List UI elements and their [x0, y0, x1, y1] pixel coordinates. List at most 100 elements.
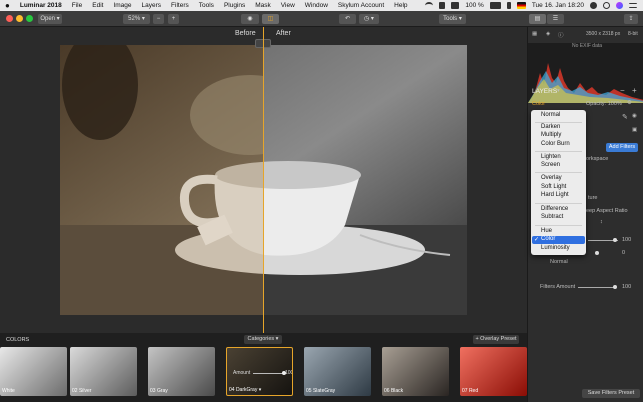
save-filters-preset-button[interactable]: Save Filters Preset	[582, 389, 640, 398]
close-window-button[interactable]	[6, 15, 13, 22]
brush-icon[interactable]: ✎	[622, 113, 628, 121]
app-menu[interactable]: Luminar 2018	[15, 2, 67, 9]
layer-settings-icon[interactable]: ⚙	[627, 100, 632, 106]
open-button[interactable]: Open ▾	[38, 14, 62, 24]
tools-button[interactable]: Tools ▾	[439, 14, 466, 24]
texture-field[interactable]: ture	[588, 195, 597, 201]
menu-divider	[535, 172, 582, 173]
notifications-icon[interactable]	[629, 3, 637, 8]
blend-multiply[interactable]: Multiply	[541, 132, 561, 138]
remove-layer-button[interactable]: −	[620, 86, 625, 95]
histogram-icon[interactable]: ▦	[532, 31, 537, 37]
blend-luminosity[interactable]: Luminosity	[541, 245, 570, 251]
spotlight-icon[interactable]	[603, 2, 610, 9]
preset-label: 07 Red	[462, 388, 479, 394]
user-icon[interactable]	[590, 2, 597, 9]
blend-subtract[interactable]: Subtract	[541, 214, 563, 220]
menu-window[interactable]: Window	[300, 2, 333, 9]
preset-thumb-selected[interactable]: Amount 100 04 DarkGray ▾	[226, 347, 293, 396]
amount-slider-track[interactable]	[253, 373, 283, 374]
blend-mode-menu: Normal Darken Multiply Color Burn Lighte…	[531, 110, 586, 255]
undo-button[interactable]: ↶	[339, 14, 356, 24]
info-icon[interactable]: ⓘ	[558, 31, 564, 39]
menu-help[interactable]: Help	[389, 2, 412, 9]
blend-lighten[interactable]: Lighten	[541, 154, 561, 160]
history-button[interactable]: ◷ ▾	[359, 14, 379, 24]
battery-icon[interactable]	[489, 2, 501, 9]
filters-panel-button[interactable]: ☰	[547, 14, 564, 24]
menu-plugins[interactable]: Plugins	[219, 2, 250, 9]
minimize-window-button[interactable]	[16, 15, 23, 22]
menu-tools[interactable]: Tools	[194, 2, 219, 9]
blend-color[interactable]: Color	[541, 236, 555, 242]
preset-thumb[interactable]: 06 Black	[382, 347, 449, 396]
layers-title[interactable]: LAYERS	[532, 88, 557, 95]
blend-darken[interactable]: Darken	[541, 124, 560, 130]
toolbar: Open ▾ 52% ▾ − + ◉ ◫ ↶ ◷ ▾ Tools ▾ ▤ ☰ ⇪	[0, 11, 643, 27]
menu-edit[interactable]: Edit	[87, 2, 108, 9]
preset-thumb[interactable]: 07 Red	[460, 347, 527, 396]
categories-select[interactable]: Categories ▾	[244, 335, 282, 344]
add-layer-button[interactable]: +	[632, 86, 637, 95]
workspace-select[interactable]: orkspace	[586, 156, 608, 162]
zoom-window-button[interactable]	[26, 15, 33, 22]
menu-image[interactable]: Image	[108, 2, 136, 9]
exif-text: No EXIF data	[572, 43, 603, 49]
layers-icon[interactable]: ◈	[546, 31, 550, 37]
apple-icon[interactable]: ●	[0, 1, 15, 10]
blend-mode-select[interactable]: Color	[532, 101, 545, 107]
share-button[interactable]: ⇪	[624, 14, 638, 24]
rotate-icon[interactable]: ↕	[600, 219, 603, 225]
compare-button[interactable]: ◫	[262, 14, 279, 24]
preview-eye-button[interactable]: ◉	[241, 14, 259, 24]
display-icon[interactable]	[451, 2, 460, 9]
add-filters-button[interactable]: Add Filters	[606, 143, 638, 152]
zoom-out-button[interactable]: −	[153, 14, 164, 24]
before-after-divider[interactable]	[263, 27, 264, 333]
menu-mask[interactable]: Mask	[250, 2, 276, 9]
volume-icon[interactable]	[439, 2, 446, 9]
blend-hard-light[interactable]: Hard Light	[541, 192, 569, 198]
wifi-icon[interactable]	[425, 2, 434, 9]
clock[interactable]: Tue 16. Jan 18:20	[532, 2, 584, 9]
zoom-select[interactable]: 52% ▾	[123, 14, 150, 24]
bolt-icon	[506, 2, 511, 9]
slider2-knob[interactable]	[595, 251, 599, 255]
overlay-preset-button[interactable]: + Overlay Preset	[473, 335, 519, 344]
preset-thumb[interactable]: 03 Gray	[148, 347, 215, 396]
presets-panel-button[interactable]: ▤	[529, 14, 546, 24]
zoom-in-button[interactable]: +	[168, 14, 179, 24]
preset-thumb[interactable]: 05 SlateGray	[304, 347, 371, 396]
menu-filters[interactable]: Filters	[166, 2, 194, 9]
amount-value: 100	[285, 370, 293, 376]
filters-amount-track[interactable]	[578, 287, 616, 288]
blend-color-burn[interactable]: Color Burn	[541, 141, 570, 147]
menu-file[interactable]: File	[67, 2, 87, 9]
menu-view[interactable]: View	[276, 2, 300, 9]
slider-knob[interactable]	[613, 238, 617, 242]
preset-thumb[interactable]: 02 Silver	[70, 347, 137, 396]
blend-soft-light[interactable]: Soft Light	[541, 184, 566, 190]
blend-normal[interactable]: Normal	[541, 112, 560, 118]
opacity-field[interactable]: Opacity: 100%	[586, 101, 622, 107]
mask-blend-select[interactable]: Normal	[550, 259, 568, 265]
preset-thumb[interactable]: White	[0, 347, 67, 396]
preset-label: White	[2, 388, 15, 394]
siri-icon[interactable]	[616, 2, 623, 9]
keep-aspect-ratio[interactable]: eep Aspect Ratio	[586, 208, 628, 214]
menu-layers[interactable]: Layers	[137, 2, 167, 9]
flag-icon[interactable]	[516, 2, 526, 9]
blend-screen[interactable]: Screen	[541, 162, 560, 168]
menu-account[interactable]: Skylum Account	[333, 2, 389, 9]
blend-hue[interactable]: Hue	[541, 228, 552, 234]
slider2-value: 0	[622, 250, 626, 256]
before-label: Before	[235, 30, 256, 37]
visibility-eye-icon[interactable]: ◉	[632, 113, 637, 119]
preset-label: 05 SlateGray	[306, 388, 336, 394]
blend-difference[interactable]: Difference	[541, 206, 568, 212]
menu-divider	[535, 225, 582, 226]
layers-chevron-icon[interactable]: ▾	[557, 88, 560, 94]
filters-amount-knob[interactable]	[613, 285, 617, 289]
blend-overlay[interactable]: Overlay	[541, 175, 562, 181]
lock-icon: ▣	[632, 127, 638, 133]
